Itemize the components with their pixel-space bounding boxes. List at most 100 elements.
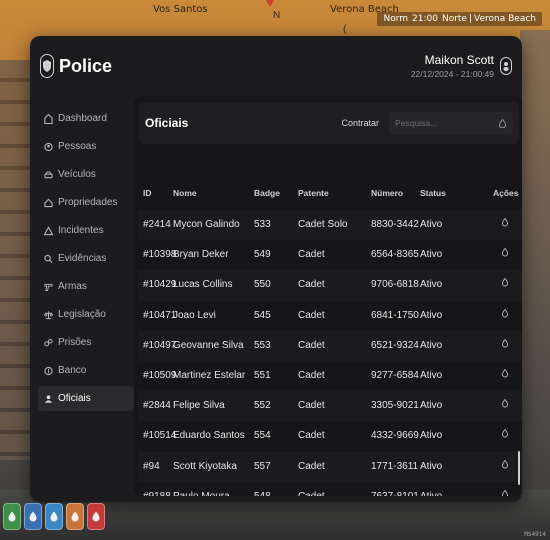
sidebar-item-incidents[interactable]: Incidentes	[38, 218, 134, 243]
column-name[interactable]: Nome	[173, 188, 197, 198]
cell-rank: Cadet	[298, 400, 325, 412]
row-action-button[interactable]	[500, 278, 510, 290]
hud-area: Verona Beach	[474, 14, 536, 24]
row-action-button[interactable]	[500, 368, 510, 381]
police-tablet: Police Maikon Scott 22/12/2024 - 21:00:4…	[30, 36, 522, 502]
table-body: #2414 Mycon Galindo 533 Cadet Solo 8830-3442…	[138, 210, 522, 496]
cell-number: 6841-1750	[371, 309, 419, 321]
cell-number: 3305-9021	[371, 400, 419, 412]
cell-id: #10429	[143, 279, 177, 291]
cell-badge: 551	[254, 369, 271, 381]
shield-app-button[interactable]	[3, 503, 21, 530]
drop-app-button[interactable]	[45, 503, 63, 530]
dashboard-icon	[44, 113, 53, 124]
cell-badge: 533	[254, 219, 271, 230]
sidebar-item-label: Evidências	[58, 253, 107, 264]
row-action-button[interactable]	[500, 217, 510, 230]
cell-number: 4332-9669	[371, 430, 419, 442]
sidebar-item-people[interactable]: Pessoas	[38, 134, 134, 159]
cell-name: Martinez Estelar	[173, 369, 246, 381]
user-name: Maikon Scott	[424, 53, 494, 67]
cell-rank: Cadet	[298, 279, 325, 291]
cell-status: Ativo	[420, 400, 443, 412]
sidebar-item-legislation[interactable]: Legislação	[38, 302, 134, 327]
column-actions: Ações	[493, 188, 519, 198]
heart-app-icon	[92, 511, 100, 522]
row-action-button[interactable]	[500, 308, 510, 321]
gun-icon	[44, 283, 53, 291]
table-row[interactable]: #10509 Martinez Estelar 551 Cadet 9277-6584 A…	[138, 361, 522, 391]
hire-button[interactable]: Contratar	[341, 118, 379, 128]
column-badge[interactable]: Badge	[254, 188, 280, 198]
handcuffs-icon	[44, 338, 53, 346]
table-row[interactable]: #2414 Mycon Galindo 533 Cadet Solo 8830-3442…	[138, 210, 522, 241]
car-icon	[44, 170, 53, 178]
search-input[interactable]	[395, 118, 499, 128]
cell-status: Ativo	[420, 491, 442, 496]
cell-badge: 553	[254, 339, 271, 351]
table-row[interactable]: #10514 Eduardo Santos 554 Cadet 4332-9669 Ati…	[138, 421, 522, 451]
cell-name: Geovanne Silva	[173, 339, 244, 351]
main-panel: Oficiais Contratar ID Nome Badge Patente…	[134, 96, 522, 496]
bottle-app-button[interactable]	[24, 503, 42, 530]
hud-status-bar: Norm 21:00 Norte | Verona Beach	[377, 12, 542, 26]
row-action-button[interactable]	[500, 489, 510, 496]
officers-icon	[44, 394, 53, 403]
sidebar-item-label: Propriedades	[58, 197, 118, 208]
table-scrollbar[interactable]	[518, 451, 520, 485]
sidebar-item-properties[interactable]: Propriedades	[38, 190, 134, 215]
row-action-button[interactable]	[500, 398, 510, 411]
column-number[interactable]: Número	[371, 188, 403, 198]
cell-number: 9277-6584	[371, 369, 419, 381]
watermark: MS4914	[524, 531, 546, 538]
cell-number: 9706-6818	[371, 279, 419, 291]
sidebar-item-officers[interactable]: Oficiais	[38, 386, 134, 411]
tablet-header: Police Maikon Scott 22/12/2024 - 21:00:4…	[30, 36, 522, 96]
row-action-button[interactable]	[500, 247, 510, 260]
table-row[interactable]: #94 Scott Kiyotaka 557 Cadet 1771-3611 Ativo	[138, 451, 522, 482]
table-row[interactable]: #10398 Bryan Deker 549 Cadet 6564-8365 Ativo	[138, 240, 522, 270]
heart-app-button[interactable]	[87, 503, 105, 530]
hand-app-button[interactable]	[66, 503, 84, 530]
column-rank[interactable]: Patente	[298, 188, 329, 198]
cell-id: #10471	[143, 309, 177, 321]
row-action-button[interactable]	[500, 459, 510, 472]
table-row[interactable]: #10471 Joao Levi 545 Cadet 6841-1750 Ativo	[138, 301, 522, 331]
table-row[interactable]: #2844 Felipe Silva 552 Cadet 3305-9021 Ativo	[138, 391, 522, 422]
cell-status: Ativo	[420, 339, 443, 351]
hud-direction: Norm	[383, 14, 409, 24]
sidebar-item-label: Incidentes	[58, 225, 104, 236]
cell-name: Joao Levi	[173, 309, 216, 321]
cell-badge: 545	[254, 309, 271, 321]
compass-label: N	[273, 10, 281, 21]
edit-icon	[502, 368, 508, 378]
table-row[interactable]: #9188Paulo Moura 548 Cadet 7637-8101Ativo	[138, 482, 522, 496]
sidebar-item-bank[interactable]: Banco	[38, 358, 134, 383]
drop-app-icon	[50, 511, 58, 522]
edit-icon	[502, 459, 508, 468]
sidebar-item-vehicles[interactable]: Veículos	[38, 162, 134, 187]
sidebar-item-label: Prisões	[58, 337, 92, 348]
edit-icon	[502, 278, 508, 287]
sidebar-item-weapons[interactable]: Armas	[38, 274, 134, 299]
table-row[interactable]: #10497 Geovanne Silva 553 Cadet 6521-9324 Ati…	[138, 330, 522, 361]
sidebar-item-label: Oficiais	[58, 393, 91, 404]
cell-badge: 549	[254, 249, 271, 261]
cell-name: Mycon Galindo	[173, 219, 240, 230]
sidebar-item-label: Pessoas	[58, 141, 97, 152]
sidebar-item-arrests[interactable]: Prisões	[38, 330, 134, 355]
sidebar-item-evidence[interactable]: Evidências	[38, 246, 134, 271]
sidebar-item-dashboard[interactable]: Dashboard	[38, 106, 134, 131]
column-status[interactable]: Status	[420, 188, 446, 198]
row-action-button[interactable]	[500, 338, 510, 351]
cell-name: Bryan Deker	[173, 249, 229, 261]
cell-status: Ativo	[420, 279, 443, 291]
cell-status: Ativo	[420, 219, 443, 230]
edit-icon	[502, 429, 508, 438]
cell-name: Scott Kiyotaka	[173, 460, 237, 472]
sidebar-item-label: Dashboard	[58, 113, 107, 124]
row-action-button[interactable]	[500, 429, 510, 441]
table-row[interactable]: #10429 Lucas Collins 550 Cadet 9706-6818 Ativ…	[138, 270, 522, 301]
column-id[interactable]: ID	[143, 188, 152, 198]
user-icon[interactable]	[500, 57, 512, 75]
